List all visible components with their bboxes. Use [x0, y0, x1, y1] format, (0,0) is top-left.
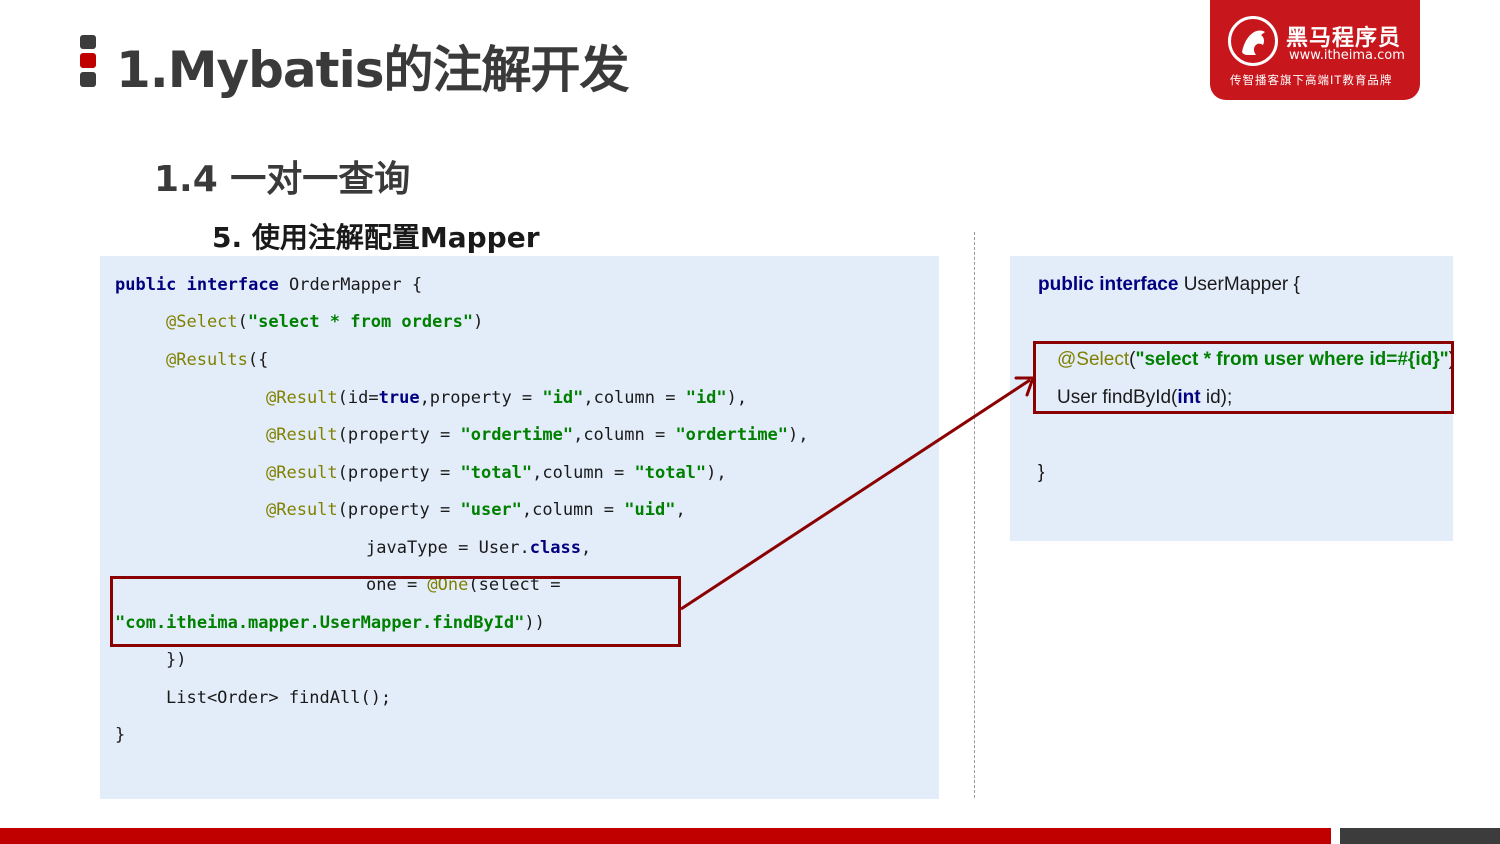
arrow-line — [680, 378, 1031, 611]
footer-bar-red — [0, 828, 1331, 844]
reference-arrow — [680, 376, 1035, 611]
footer-bar-gray — [1340, 828, 1500, 844]
